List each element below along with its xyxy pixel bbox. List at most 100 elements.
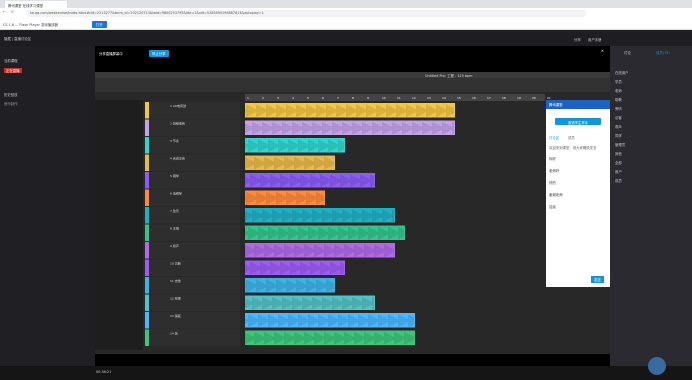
send-button[interactable]: 发送 [591, 276, 604, 283]
member-list-item[interactable]: 全部 [615, 160, 622, 165]
track-color [145, 242, 149, 259]
ruler-label: 6 [322, 96, 324, 100]
member-list-item[interactable]: 访客 [615, 115, 622, 120]
browser-tabbar: 腾讯课堂 在线学习课堂 [0, 0, 692, 8]
track-header[interactable] [145, 259, 240, 277]
bookmark-bar: CS 1.6 ... Flash Player 游戏播放器 打开 [0, 18, 692, 30]
ruler-label: 16 [472, 96, 476, 100]
share-title: 分享直播屏幕中 [99, 52, 123, 56]
member-list-item[interactable]: 学员 [615, 79, 622, 84]
track-header[interactable] [145, 137, 240, 154]
chat-tab-discussion[interactable]: 讨论区 [549, 135, 559, 140]
ruler-label: 5 [307, 96, 309, 100]
track-header[interactable] [145, 189, 240, 207]
stop-share-button[interactable]: 停止分享 [149, 50, 169, 57]
chat-message: 你好 [549, 157, 556, 161]
chat-panel: 腾讯课堂 讨论区 成员 欢迎来到课堂，请大家踊跃发言 你好 老师好 好的 谢谢老… [546, 100, 610, 287]
ruler-label: 15 [457, 96, 461, 100]
audio-clip[interactable] [245, 278, 335, 293]
ruler-label: 19 [517, 96, 521, 100]
ruler-label: 2 [262, 96, 264, 100]
track-color [145, 312, 149, 329]
ruler-label: 17 [487, 96, 491, 100]
open-button[interactable]: 打开 [92, 21, 107, 28]
member-list-item[interactable]: 老师 [615, 88, 622, 93]
track-name: 2 鼓组低音 [170, 121, 185, 126]
audio-clip[interactable] [245, 103, 455, 118]
chat-message: 好的 [549, 181, 556, 185]
ruler-label: 11 [397, 96, 401, 100]
chat-tab-members[interactable]: 成员 [568, 135, 575, 140]
track-header[interactable] [145, 294, 240, 312]
bottom-bar: 00:38:21 [0, 366, 692, 380]
track-name: 9 和声 [170, 243, 179, 248]
member-list-item[interactable]: 助教 [615, 97, 622, 102]
chat-message: 加油 [549, 205, 556, 209]
track-color [145, 102, 149, 119]
track-header[interactable] [145, 207, 240, 224]
left-sidebar: 当前课程 正在直播 历史回放 音乐制作 [0, 46, 95, 366]
back-icon[interactable]: ← [3, 10, 6, 14]
audio-clip[interactable] [245, 155, 335, 171]
url-field[interactable]: ke.qq.com/webcourse/index.html#cid=22132… [26, 9, 586, 17]
track-color [145, 154, 149, 171]
track-header[interactable] [145, 242, 240, 259]
track-header[interactable] [145, 329, 240, 347]
course-name: 音乐制作 [4, 102, 18, 106]
share-link[interactable]: 分享 [574, 37, 581, 42]
browser-tab[interactable]: 腾讯课堂 在线学习课堂 [5, 1, 67, 8]
tab-members[interactable]: 成员(79) [656, 50, 670, 55]
ruler-label: 3 [277, 96, 279, 100]
audio-clip[interactable] [245, 313, 415, 328]
member-list-item[interactable]: 在线用户 [615, 70, 629, 75]
ruler-label: 8 [352, 96, 354, 100]
close-icon[interactable]: ✕ [601, 49, 604, 53]
track-header[interactable] [145, 154, 240, 172]
ruler-label: 18 [502, 96, 506, 100]
audio-clip[interactable] [245, 295, 375, 311]
chat-logo: 腾讯课堂 [546, 100, 610, 109]
track-header[interactable] [145, 224, 240, 242]
track-header[interactable] [145, 172, 240, 189]
track-name: 7 弦乐 [170, 208, 179, 213]
track-color [145, 294, 149, 311]
member-list-item[interactable]: 成员 [615, 178, 622, 183]
member-list-item[interactable]: 其他 [615, 151, 622, 156]
member-list-item[interactable]: 用户 [615, 169, 622, 174]
raise-hand-button[interactable]: 邀请学生举手 [555, 118, 601, 125]
track-header[interactable] [145, 277, 240, 294]
track-name: 4 合成主音 [170, 156, 185, 161]
refresh-icon[interactable]: ⟳ [11, 10, 14, 14]
audio-clip[interactable] [245, 173, 375, 188]
track-header[interactable] [145, 312, 240, 329]
track-name: 13 铺底 [170, 313, 181, 318]
track-header[interactable] [145, 102, 240, 119]
address-bar: ← ⟳ ke.qq.com/webcourse/index.html#cid=2… [0, 8, 692, 18]
track-color [145, 224, 149, 241]
track-color [145, 207, 149, 224]
member-list-item[interactable]: 同学 [615, 133, 622, 138]
chat-message: 谢谢老师 [549, 193, 563, 197]
audio-clip[interactable] [245, 243, 395, 258]
audio-clip[interactable] [245, 120, 455, 136]
live-time: 00:38:21 [96, 370, 112, 374]
ruler-label: 7 [337, 96, 339, 100]
current-course-label: 当前课程 [4, 59, 18, 63]
audio-clip[interactable] [245, 208, 395, 223]
member-list-item[interactable]: 管理员 [615, 142, 625, 147]
track-name: 3 节奏 [170, 138, 179, 143]
track-name: 10 贝斯 [170, 261, 181, 266]
member-list-item[interactable]: 观众 [615, 124, 622, 129]
track-name: 1 AR电音鼓 [170, 103, 186, 108]
manual-link[interactable]: 用户手册 [588, 37, 602, 42]
track-header[interactable] [145, 119, 240, 137]
avatar[interactable] [648, 357, 666, 375]
audio-clip[interactable] [245, 330, 415, 346]
track-color [145, 119, 149, 136]
ruler-label: 20 [532, 96, 536, 100]
track-color [145, 172, 149, 189]
tab-discussion[interactable]: 讨论 [624, 50, 631, 55]
track-color [145, 189, 149, 206]
bookmark-item[interactable]: CS 1.6 ... Flash Player 游戏播放器 [3, 22, 58, 27]
member-list-item[interactable]: 旁听 [615, 106, 622, 111]
